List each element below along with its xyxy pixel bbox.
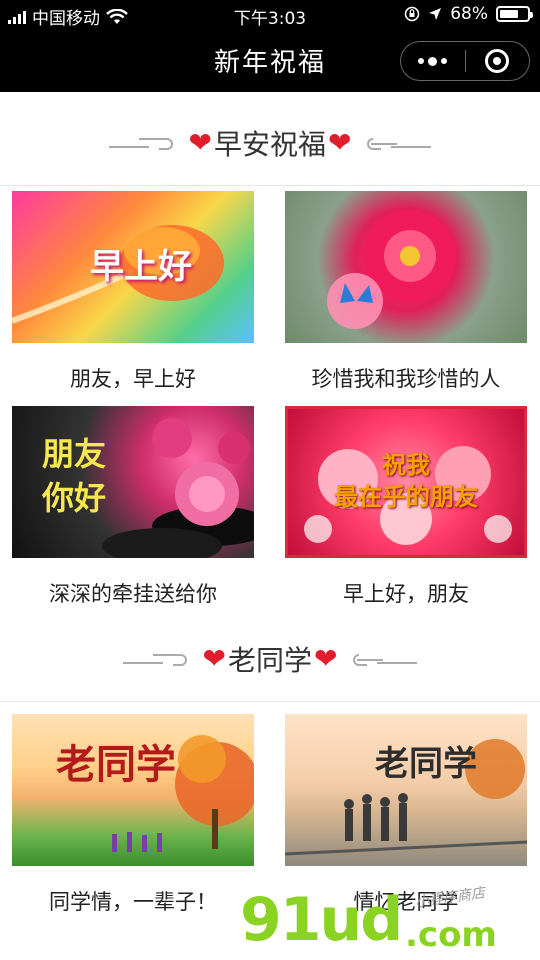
target-icon — [485, 49, 510, 73]
rotation-lock-icon — [404, 6, 420, 22]
rose-butterfly-icon — [327, 210, 456, 329]
more-dots-icon — [418, 56, 448, 66]
card-image: 朋友 你好 — [12, 406, 254, 558]
location-arrow-icon — [429, 8, 442, 20]
card-image-text: 老同学 — [375, 744, 477, 784]
card-classmate-forever[interactable]: 老同学 同学情，一辈子！ — [12, 714, 254, 916]
section-header-morning: ❤ 早安祝福 ❤ — [0, 100, 540, 186]
card-image-text: 老同学 — [56, 741, 176, 788]
miniprogram-capsule — [400, 41, 530, 81]
section-title-text: 早安祝福 — [213, 127, 326, 161]
heart-icon: ❤ — [202, 642, 226, 675]
watermark-sub: 小程序商店 — [414, 885, 486, 911]
battery-percent: 68% — [450, 4, 488, 24]
close-miniprogram-button[interactable] — [466, 42, 530, 80]
card-image: 老同学 — [12, 714, 254, 866]
card-cherish[interactable]: 珍惜我和我珍惜的人 — [285, 191, 527, 393]
heart-icon: ❤ — [328, 126, 352, 159]
card-image — [285, 191, 527, 343]
section-header-classmates: ❤ 老同学 ❤ — [0, 616, 540, 702]
heart-icon: ❤ — [314, 642, 338, 675]
card-caption: 早上好，朋友 — [343, 582, 469, 606]
card-image: 早上好 — [12, 191, 254, 343]
card-caption: 珍惜我和我珍惜的人 — [311, 367, 501, 391]
card-morning-friend[interactable]: 祝我 最在乎的朋友 早上好，朋友 — [285, 406, 527, 608]
section-title-morning: ❤ 早安祝福 ❤ — [189, 123, 352, 163]
watermark-suffix: .com — [405, 915, 497, 955]
cloud-ornament-icon — [108, 137, 173, 150]
cloud-ornament-icon — [367, 137, 432, 150]
status-bar: 中国移动 下午3:03 68% — [0, 0, 540, 30]
card-image-text: 早上好 — [90, 247, 192, 287]
card-image-text: 祝我 最在乎的朋友 — [334, 451, 478, 511]
cloud-ornament-icon — [122, 653, 187, 666]
watermark: 91ud .com 小程序商店 — [240, 885, 540, 960]
cloud-ornament-icon — [353, 653, 418, 666]
section-title-text: 老同学 — [227, 643, 312, 677]
card-caption: 朋友，早上好 — [70, 367, 196, 391]
card-image: 祝我 最在乎的朋友 — [285, 406, 527, 558]
card-image-text: 朋友 你好 — [42, 435, 107, 517]
battery-icon — [496, 6, 533, 22]
card-caption: 深深的牵挂送给你 — [49, 582, 217, 606]
card-caption: 同学情，一辈子！ — [49, 890, 217, 914]
card-missing-you[interactable]: 朋友 你好 深深的牵挂送给你 — [12, 406, 254, 608]
card-good-morning-friend[interactable]: 早上好 朋友，早上好 — [12, 191, 254, 393]
watermark-main: 91ud — [240, 885, 403, 955]
section-title-classmates: ❤ 老同学 ❤ — [203, 639, 338, 679]
card-image: 老同学 — [285, 714, 527, 866]
status-right: 68% — [404, 4, 533, 24]
heart-icon: ❤ — [188, 126, 212, 159]
more-button[interactable] — [401, 42, 465, 80]
nav-bar: 新年祝福 — [0, 30, 540, 92]
